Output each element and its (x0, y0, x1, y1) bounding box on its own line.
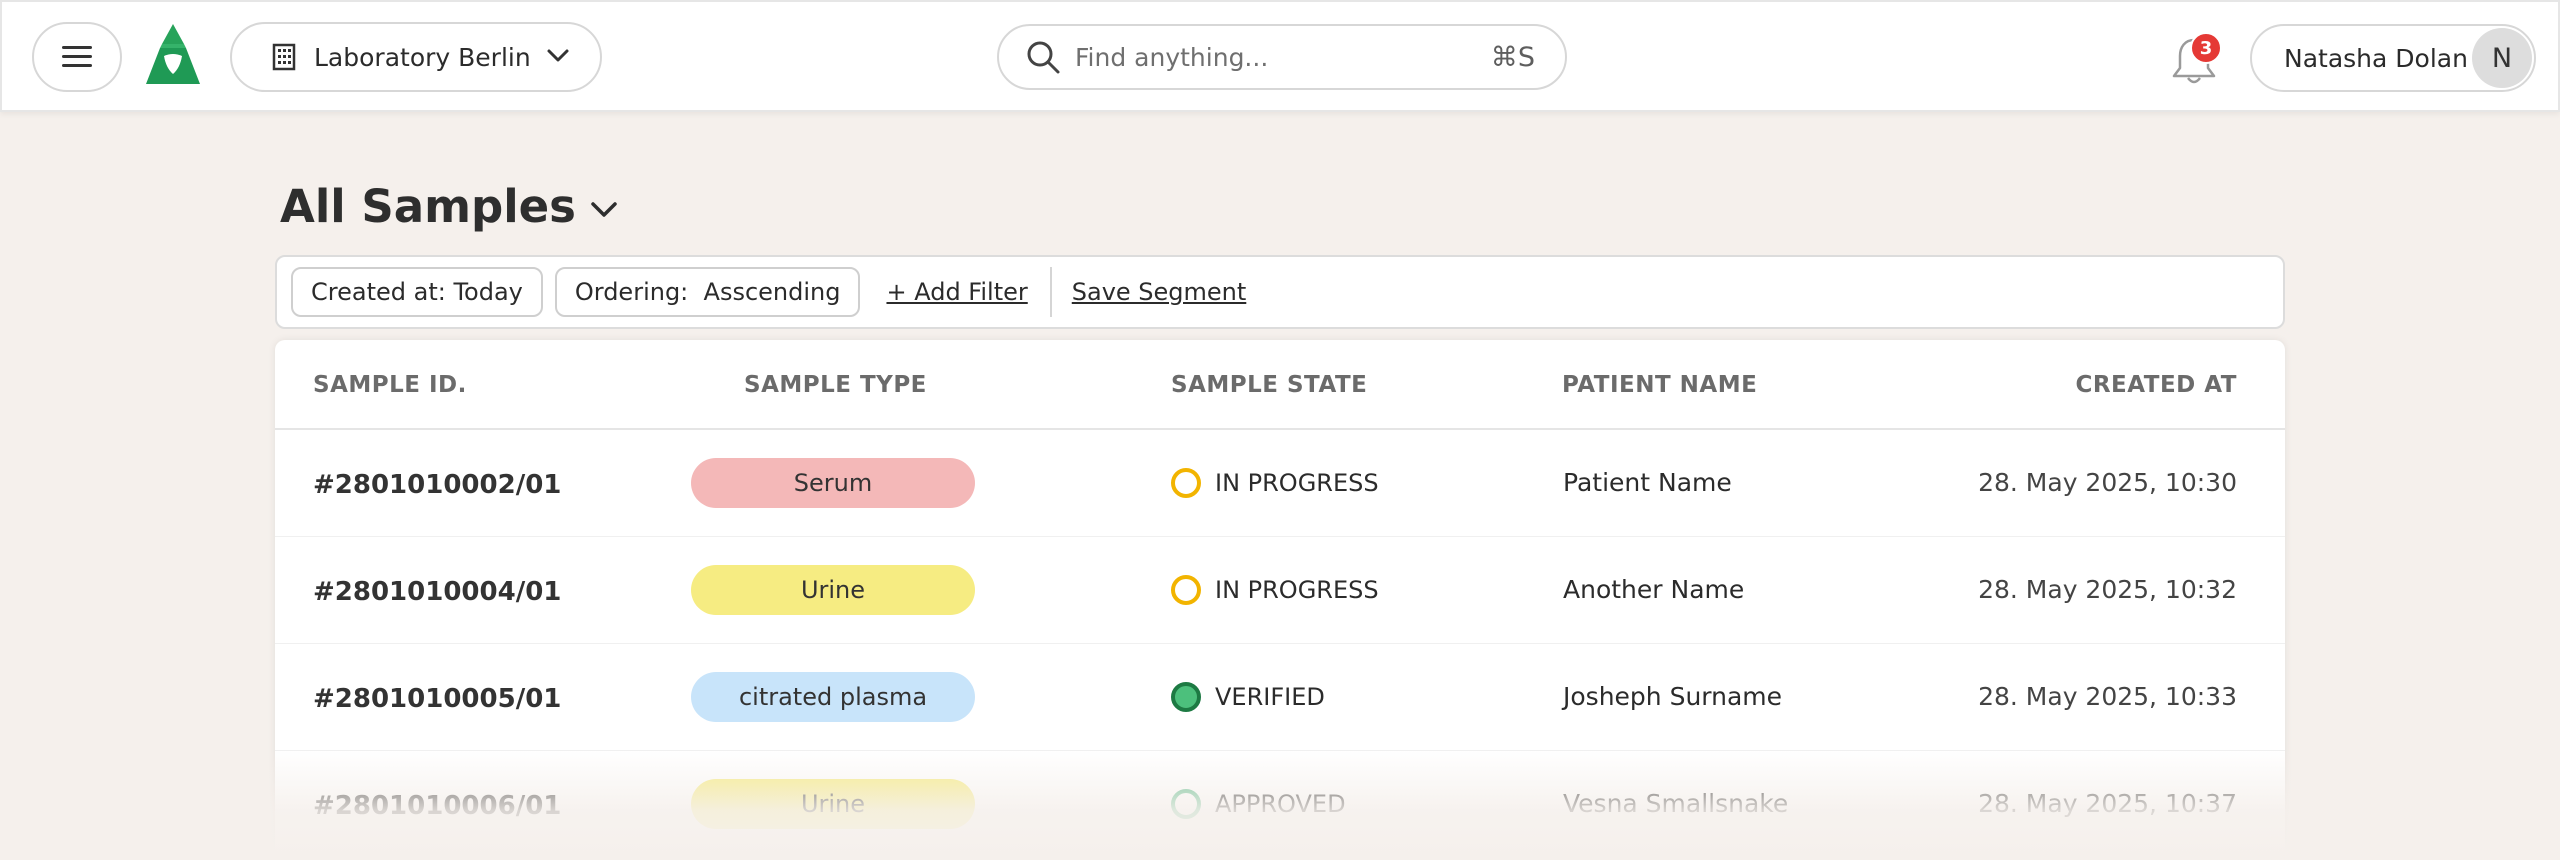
column-header-sample-state[interactable]: SAMPLE STATE (1171, 372, 1367, 398)
table-row[interactable]: #2801010005/01 citrated plasma VERIFIED … (275, 644, 2285, 751)
state-label: IN PROGRESS (1215, 576, 1379, 604)
status-filled-icon (1171, 682, 1201, 712)
column-header-sample-id[interactable]: SAMPLE ID. (313, 372, 467, 398)
state-label: VERIFIED (1215, 683, 1325, 711)
patient-name: Patient Name (1563, 468, 1732, 497)
status-ring-icon (1171, 468, 1201, 498)
created-at: 28. May 2025, 10:32 (1978, 575, 2237, 604)
column-header-patient-name[interactable]: PATIENT NAME (1562, 372, 1757, 398)
user-name: Natasha Dolan (2284, 43, 2468, 73)
top-bar: Laboratory Berlin Find anything... ⌘S 3 … (0, 0, 2560, 112)
search-input[interactable]: Find anything... ⌘S (997, 24, 1567, 90)
table-row[interactable]: #2801010006/01 Urine APPROVED Vesna Smal… (275, 751, 2285, 858)
created-at: 28. May 2025, 10:30 (1978, 468, 2237, 497)
filter-bar: Created at: Today Ordering: Asscending +… (275, 255, 2285, 329)
sample-state: IN PROGRESS (1171, 575, 1379, 605)
add-filter-link[interactable]: + Add Filter (886, 278, 1027, 306)
patient-name: Vesna Smallsnake (1563, 789, 1789, 818)
created-at: 28. May 2025, 10:33 (1978, 682, 2237, 711)
search-shortcut-hint: ⌘S (1490, 42, 1535, 73)
sample-type-badge: citrated plasma (691, 672, 975, 722)
table-row[interactable]: #2801010004/01 Urine IN PROGRESS Another… (275, 537, 2285, 644)
sample-type-badge: Urine (691, 779, 975, 829)
state-label: APPROVED (1215, 790, 1346, 818)
segment-selector[interactable]: All Samples (280, 180, 618, 233)
created-at: 28. May 2025, 10:37 (1978, 789, 2237, 818)
search-placeholder: Find anything... (1075, 42, 1269, 72)
samples-table: SAMPLE ID. SAMPLE TYPE SAMPLE STATE PATI… (275, 340, 2285, 860)
save-segment-link[interactable]: Save Segment (1072, 278, 1247, 306)
filter-chip-created-at[interactable]: Created at: Today (291, 267, 543, 317)
sample-id: #2801010004/01 (313, 577, 562, 607)
sample-state: IN PROGRESS (1171, 468, 1379, 498)
filter-chip-ordering[interactable]: Ordering: Asscending (554, 267, 861, 317)
laboratory-name: Laboratory Berlin (314, 42, 531, 72)
sample-id: #2801010005/01 (313, 684, 562, 714)
patient-name: Josheph Surname (1563, 682, 1783, 711)
patient-name: Another Name (1563, 575, 1745, 604)
notification-count-badge: 3 (2190, 32, 2222, 64)
status-ring-icon (1171, 789, 1201, 819)
user-menu-button[interactable]: Natasha Dolan N (2250, 24, 2536, 92)
chevron-down-icon (547, 49, 569, 62)
column-header-created-at[interactable]: CREATED AT (2075, 372, 2237, 398)
avatar: N (2472, 28, 2532, 88)
green-triangle-logo-icon[interactable] (142, 22, 204, 88)
divider (1049, 267, 1052, 317)
column-header-sample-type[interactable]: SAMPLE TYPE (744, 372, 927, 398)
main-menu-button[interactable] (32, 22, 122, 92)
search-icon (1027, 41, 1060, 74)
status-ring-icon (1171, 575, 1201, 605)
sample-type-badge: Serum (691, 458, 975, 508)
state-label: IN PROGRESS (1215, 469, 1379, 497)
sample-type-badge: Urine (691, 565, 975, 615)
table-row[interactable]: #2801010002/01 Serum IN PROGRESS Patient… (275, 430, 2285, 537)
laboratory-selector[interactable]: Laboratory Berlin (230, 22, 602, 92)
sample-state: APPROVED (1171, 789, 1346, 819)
sample-state: VERIFIED (1171, 682, 1325, 712)
table-header: SAMPLE ID. SAMPLE TYPE SAMPLE STATE PATI… (275, 340, 2285, 430)
building-icon (272, 43, 296, 71)
hamburger-menu-icon (62, 46, 92, 68)
chevron-down-icon (591, 201, 617, 217)
sample-id: #2801010006/01 (313, 791, 562, 821)
page-title: All Samples (280, 180, 576, 233)
sample-id: #2801010002/01 (313, 470, 562, 500)
